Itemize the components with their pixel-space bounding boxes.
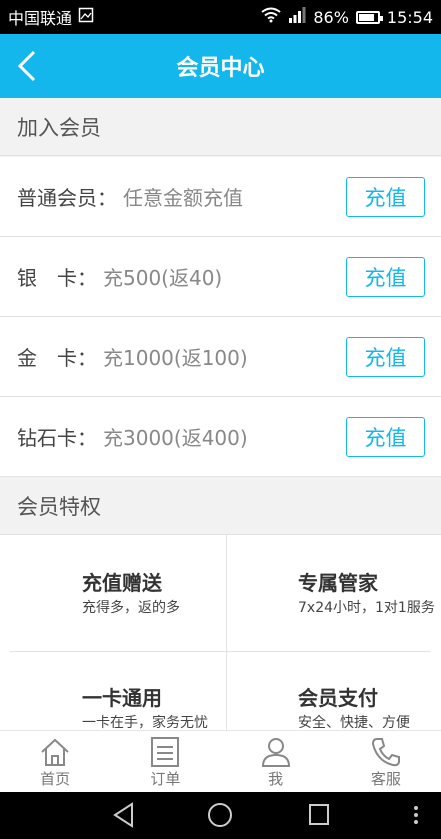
- tab-label: 我: [268, 770, 284, 788]
- tab-orders[interactable]: 订单: [110, 731, 220, 792]
- privileges-grid: 充值赠送 充得多，返的多 专属管家 7x24小时，1对1服务 一卡通用 一卡在手…: [0, 535, 441, 730]
- order-icon: [151, 737, 180, 767]
- privilege-desc: 7x24小时，1对1服务: [298, 600, 435, 616]
- signal-icon: [288, 7, 306, 27]
- clock: 15:54: [386, 7, 433, 27]
- membership-desc: 任意金额充值: [123, 186, 243, 210]
- home-icon: [41, 738, 69, 766]
- carrier-label: 中国联通: [8, 9, 73, 28]
- privilege-title: 充值赠送: [82, 571, 162, 595]
- privilege-item: 会员支付 安全、快捷、方便: [220, 651, 440, 730]
- tab-home[interactable]: 首页: [0, 731, 110, 792]
- tab-me[interactable]: 我: [221, 731, 331, 792]
- nav-home-icon[interactable]: [207, 802, 233, 828]
- tab-label: 客服: [370, 770, 401, 788]
- membership-desc: 充1000(返100): [103, 346, 248, 370]
- membership-row-gold: 金 卡： 充1000(返100) 充值: [0, 317, 441, 397]
- battery-icon: [355, 10, 383, 24]
- system-nav-bar: [0, 792, 441, 839]
- privilege-title: 一卡通用: [82, 686, 162, 710]
- privilege-title: 专属管家: [298, 571, 378, 595]
- image-notification-icon: [78, 7, 94, 27]
- privilege-item: 充值赠送 充得多，返的多: [0, 535, 220, 651]
- membership-row-diamond: 钻石卡： 充3000(返400) 充值: [0, 397, 441, 477]
- tab-service[interactable]: 客服: [331, 731, 441, 792]
- nav-recents-icon[interactable]: [307, 802, 331, 828]
- nav-back-icon[interactable]: [112, 802, 136, 828]
- recharge-button-diamond[interactable]: 充值: [346, 417, 425, 457]
- header-bar: 会员中心: [0, 34, 441, 98]
- privileges-section-title: 会员特权: [0, 477, 441, 535]
- tab-label: 订单: [150, 770, 181, 788]
- membership-label: 银 卡：: [17, 266, 97, 290]
- membership-label: 钻石卡：: [17, 426, 97, 450]
- page-title: 会员中心: [176, 56, 265, 81]
- membership-label: 普通会员：: [17, 186, 117, 210]
- membership-row-silver: 银 卡： 充500(返40) 充值: [0, 237, 441, 317]
- bottom-tab-bar: 首页 订单 我 客服: [0, 730, 441, 792]
- tab-label: 首页: [40, 770, 71, 788]
- membership-row-regular: 普通会员： 任意金额充值 充值: [0, 157, 441, 237]
- wifi-icon: [261, 7, 281, 27]
- membership-label: 金 卡：: [17, 346, 97, 370]
- privilege-item: 专属管家 7x24小时，1对1服务: [220, 535, 440, 651]
- chevron-left-icon: [17, 50, 36, 82]
- join-section-title: 加入会员: [0, 98, 441, 156]
- user-icon: [261, 738, 290, 767]
- privilege-desc: 充得多，返的多: [82, 600, 180, 616]
- privilege-desc: 一卡在手，家务无忧: [82, 715, 208, 730]
- privilege-title: 会员支付: [298, 686, 378, 710]
- privilege-item: 一卡通用 一卡在手，家务无忧: [0, 651, 220, 730]
- membership-desc: 充3000(返400): [103, 426, 248, 450]
- back-button[interactable]: [14, 48, 44, 84]
- privilege-desc: 安全、快捷、方便: [298, 715, 410, 730]
- status-bar: 中国联通 86% 15:54: [0, 0, 441, 34]
- nav-menu-icon[interactable]: [412, 802, 420, 828]
- recharge-button-silver[interactable]: 充值: [346, 257, 425, 297]
- recharge-button-regular[interactable]: 充值: [346, 177, 425, 217]
- recharge-button-gold[interactable]: 充值: [346, 337, 425, 377]
- phone-icon: [371, 738, 400, 767]
- battery-percent: 86%: [313, 7, 349, 27]
- membership-desc: 充500(返40): [103, 266, 223, 290]
